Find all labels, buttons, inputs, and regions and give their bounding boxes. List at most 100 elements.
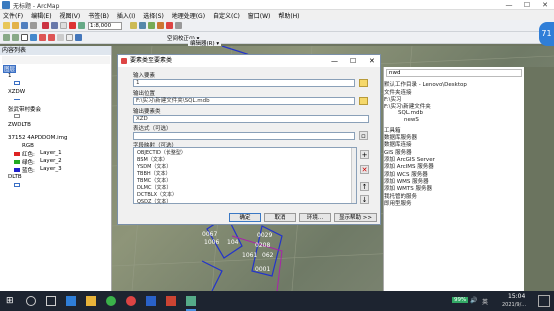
field-item[interactable]: YSDM（文本）	[137, 163, 171, 170]
field-item[interactable]: BSM（文本）	[137, 156, 168, 163]
show-help-button[interactable]: 显示帮助 >>	[334, 213, 377, 222]
field-item[interactable]: TBMC（文本）	[137, 177, 171, 184]
dialog-minimize-button[interactable]: —	[331, 55, 338, 67]
map-label: 104	[227, 239, 239, 246]
catalog-item[interactable]: F:\实习\新建文件夹	[384, 102, 431, 110]
field-item[interactable]: OBJECTID（长整型）	[137, 149, 186, 156]
catalog-location-input[interactable]: nwd	[386, 69, 522, 77]
xzdw-symbol	[14, 99, 20, 100]
clock-time[interactable]: 15:04	[508, 293, 525, 300]
open-icon[interactable]	[12, 22, 19, 29]
toc-layer-dom[interactable]: 37152 4APDDOM.img	[8, 135, 68, 141]
app-icon[interactable]	[126, 296, 136, 306]
delete-icon[interactable]	[69, 22, 76, 29]
input-features-field[interactable]: 1	[133, 79, 355, 87]
close-button[interactable]: ✕	[536, 0, 554, 10]
volume-icon[interactable]: 🔊	[470, 297, 477, 304]
minimize-button[interactable]: —	[500, 0, 518, 10]
output-browse-folder-icon[interactable]	[359, 97, 368, 105]
cut-icon[interactable]	[42, 22, 49, 29]
copy-icon[interactable]	[51, 22, 58, 29]
toc-blue-label: 蓝色:	[22, 168, 35, 174]
explorer-icon[interactable]	[86, 296, 96, 306]
catalog-item[interactable]: newS	[404, 117, 419, 123]
field-list-scrollbar[interactable]	[351, 148, 356, 203]
environments-button[interactable]: 环境...	[299, 213, 331, 222]
search-icon[interactable]	[157, 22, 164, 29]
cancel-button[interactable]: 取消	[264, 213, 296, 222]
clock-date[interactable]: 2021/9/...	[502, 302, 526, 308]
save-icon[interactable]	[21, 22, 28, 29]
toc-toolbar	[2, 56, 110, 64]
field-map-list[interactable]: OBJECTID（长整型） BSM（文本） YSDM（文本） TBBH（文本） …	[133, 147, 357, 205]
windows-start-icon[interactable]: ⊞	[6, 296, 16, 306]
arctoolbox-icon[interactable]	[166, 22, 173, 29]
dialog-close-button[interactable]: ✕	[369, 55, 375, 67]
output-location-field[interactable]: F:\实习\新建文件夹\SQL.mdb	[133, 97, 355, 105]
full-extent-icon[interactable]	[30, 34, 37, 41]
input-browse-folder-icon[interactable]	[359, 79, 368, 87]
identify-icon[interactable]	[66, 34, 73, 41]
catalog-item[interactable]: 即用型服务	[384, 199, 412, 207]
standard-toolbar: 1:8,000	[0, 20, 554, 32]
new-icon[interactable]	[3, 22, 10, 29]
add-data-icon[interactable]	[78, 22, 85, 29]
map-label: 0029	[257, 232, 273, 239]
catalog-icon[interactable]	[148, 22, 155, 29]
back-extent-icon[interactable]	[39, 34, 46, 41]
field-item[interactable]: DLMC（文本）	[137, 184, 171, 191]
map-label: 1006	[204, 239, 220, 246]
forward-extent-icon[interactable]	[48, 34, 55, 41]
maximize-button[interactable]: ☐	[518, 0, 536, 10]
editor-toolbar-icon[interactable]	[130, 22, 137, 29]
python-icon[interactable]	[175, 22, 182, 29]
map-scale-combo[interactable]: 1:8,000	[88, 22, 122, 30]
catalog-item[interactable]: 添加 ArcIMS 服务器	[384, 162, 434, 170]
add-field-button[interactable]: +	[360, 150, 369, 159]
search-icon[interactable]	[26, 296, 36, 306]
move-up-button[interactable]: ↑	[360, 182, 369, 191]
measure-icon[interactable]	[75, 34, 82, 41]
toc-layer-1[interactable]: 1	[8, 73, 12, 79]
ok-button[interactable]: 确定	[229, 213, 261, 222]
ime-indicator[interactable]: 英	[482, 297, 488, 306]
arcmap-taskbar-icon[interactable]	[186, 296, 196, 306]
toc-layers-root[interactable]: 图层	[3, 65, 17, 73]
catalog-item[interactable]: 添加 WMTS 服务器	[384, 184, 432, 192]
floating-badge[interactable]: 71	[539, 22, 554, 46]
edge-icon[interactable]	[66, 296, 76, 306]
zoom-in-icon[interactable]	[3, 34, 10, 41]
field-item[interactable]: QSDZ（文本）	[137, 198, 171, 205]
status-coordinates: 39447560.452 4040849.573 米	[430, 283, 516, 289]
toc-green-label: 绿色:	[22, 160, 35, 166]
expression-field[interactable]	[133, 132, 355, 140]
catalog-item[interactable]: 默认工作目录 - Lenovo\Desktop	[384, 80, 467, 88]
select-features-icon[interactable]	[57, 34, 64, 41]
sql-builder-button[interactable]: ▫	[359, 131, 368, 140]
toc-layer-xzdw[interactable]: XZDW	[8, 89, 25, 95]
map-label: 1061	[242, 252, 258, 259]
catalog-item[interactable]: 数据库连接	[384, 140, 412, 148]
zoom-out-icon[interactable]	[12, 34, 19, 41]
field-item[interactable]: DCTBLX（文本）	[137, 191, 177, 198]
paste-icon[interactable]	[60, 22, 67, 29]
blue-band-swatch	[14, 168, 20, 172]
field-item[interactable]: TBBH（文本）	[137, 170, 171, 177]
remove-field-button[interactable]: ✕	[360, 165, 369, 174]
toc-icon[interactable]	[139, 22, 146, 29]
toc-layer-village[interactable]: 张武带村委会	[8, 105, 41, 113]
powerpoint-icon[interactable]	[166, 296, 176, 306]
notification-icon[interactable]	[538, 295, 550, 307]
move-down-button[interactable]: ↓	[360, 195, 369, 204]
pan-icon[interactable]	[21, 34, 28, 41]
toc-layer-dltb[interactable]: DLTB	[8, 174, 22, 180]
table-of-contents: 内容列表 图层 1 XZDW 张武带村委会 ZWDLTB 37152 4APDD…	[0, 46, 112, 291]
print-icon[interactable]	[30, 22, 37, 29]
output-name-field[interactable]: XZD	[133, 115, 369, 123]
word-icon[interactable]	[146, 296, 156, 306]
toc-layer-zwdltb[interactable]: ZWDLTB	[8, 122, 31, 128]
dialog-maximize-button[interactable]: ☐	[350, 55, 356, 67]
task-view-icon[interactable]	[46, 296, 56, 306]
chat-icon[interactable]	[106, 296, 116, 306]
catalog-item[interactable]: SQL.mdb	[398, 110, 423, 116]
